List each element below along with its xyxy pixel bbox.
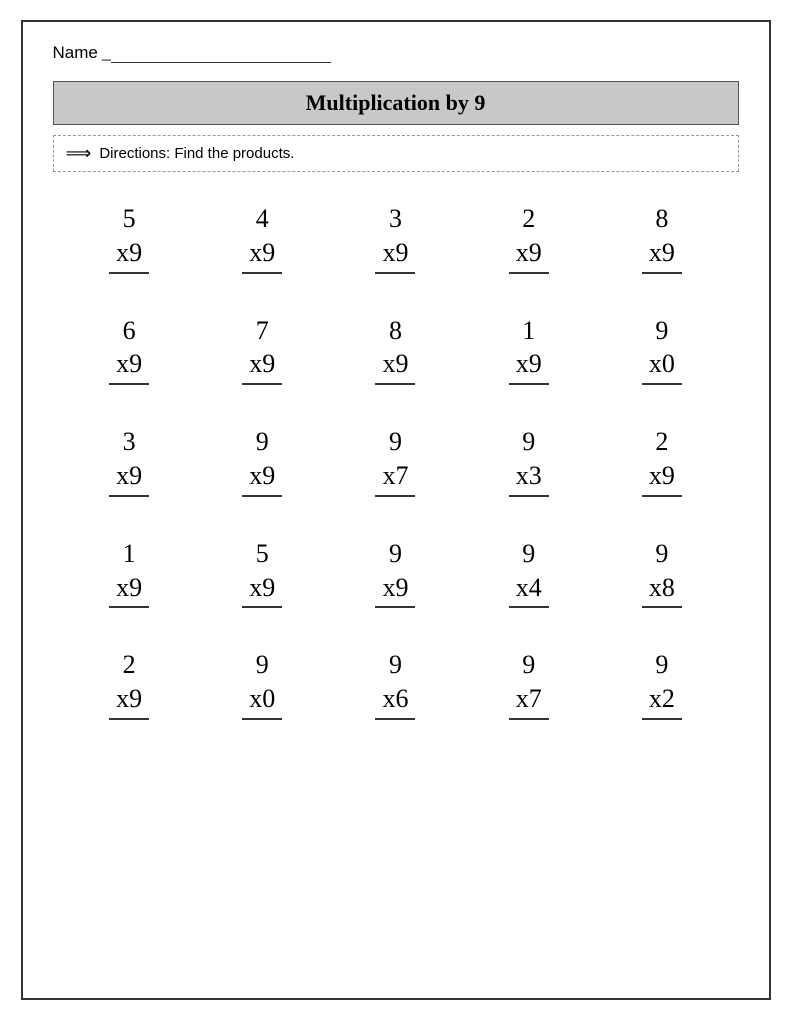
top-number: 9: [522, 425, 535, 459]
top-number: 6: [123, 314, 136, 348]
problem-item: 9x9: [329, 537, 462, 609]
top-number: 9: [389, 537, 402, 571]
bottom-number: x9: [242, 571, 282, 609]
problem-item: 5x9: [63, 202, 196, 274]
problem-item: 8x9: [595, 202, 728, 274]
problem-item: 2x9: [63, 648, 196, 720]
bottom-number: x6: [375, 682, 415, 720]
arrow-icon: ⟹: [66, 143, 92, 164]
bottom-number: x7: [509, 682, 549, 720]
bottom-number: x9: [242, 459, 282, 497]
problem-item: 3x9: [329, 202, 462, 274]
top-number: 9: [389, 648, 402, 682]
bottom-number: x9: [242, 347, 282, 385]
problem-item: 9x7: [329, 425, 462, 497]
bottom-number: x0: [642, 347, 682, 385]
bottom-number: x2: [642, 682, 682, 720]
problem-item: 2x9: [595, 425, 728, 497]
top-number: 1: [123, 537, 136, 571]
bottom-number: x8: [642, 571, 682, 609]
bottom-number: x9: [375, 347, 415, 385]
bottom-number: x9: [109, 347, 149, 385]
top-number: 5: [256, 537, 269, 571]
bottom-number: x9: [509, 236, 549, 274]
problem-item: 9x8: [595, 537, 728, 609]
bottom-number: x7: [375, 459, 415, 497]
top-number: 4: [256, 202, 269, 236]
top-number: 3: [123, 425, 136, 459]
top-number: 9: [522, 648, 535, 682]
problems-grid: 5x94x93x92x98x96x97x98x91x99x03x99x99x79…: [53, 202, 739, 720]
problem-item: 9x0: [595, 314, 728, 386]
bottom-number: x9: [109, 682, 149, 720]
worksheet-title: Multiplication by 9: [53, 81, 739, 125]
top-number: 9: [522, 537, 535, 571]
top-number: 2: [655, 425, 668, 459]
bottom-number: x3: [509, 459, 549, 497]
worksheet-page: Name _ Multiplication by 9 ⟹ Directions:…: [21, 20, 771, 1000]
bottom-number: x9: [509, 347, 549, 385]
top-number: 9: [256, 425, 269, 459]
problem-item: 5x9: [196, 537, 329, 609]
top-number: 2: [522, 202, 535, 236]
problem-item: 6x9: [63, 314, 196, 386]
problem-item: 2x9: [462, 202, 595, 274]
name-underline: [111, 43, 331, 63]
problem-item: 7x9: [196, 314, 329, 386]
problem-item: 9x2: [595, 648, 728, 720]
name-label: Name: [53, 43, 98, 63]
problem-item: 9x4: [462, 537, 595, 609]
bottom-number: x4: [509, 571, 549, 609]
problem-item: 4x9: [196, 202, 329, 274]
top-number: 8: [655, 202, 668, 236]
top-number: 5: [123, 202, 136, 236]
bottom-number: x9: [642, 459, 682, 497]
top-number: 2: [123, 648, 136, 682]
bottom-number: x9: [375, 571, 415, 609]
problem-item: 9x6: [329, 648, 462, 720]
bottom-number: x9: [375, 236, 415, 274]
problem-item: 9x3: [462, 425, 595, 497]
bottom-number: x9: [109, 236, 149, 274]
name-line: Name _: [53, 42, 739, 63]
top-number: 9: [655, 648, 668, 682]
bottom-number: x9: [242, 236, 282, 274]
top-number: 9: [655, 314, 668, 348]
problem-item: 1x9: [462, 314, 595, 386]
top-number: 9: [256, 648, 269, 682]
top-number: 8: [389, 314, 402, 348]
top-number: 9: [389, 425, 402, 459]
top-number: 9: [655, 537, 668, 571]
directions-text: Directions: Find the products.: [99, 145, 294, 162]
top-number: 3: [389, 202, 402, 236]
problem-item: 9x9: [196, 425, 329, 497]
problem-item: 3x9: [63, 425, 196, 497]
problem-item: 9x0: [196, 648, 329, 720]
bottom-number: x9: [642, 236, 682, 274]
bottom-number: x9: [109, 459, 149, 497]
problem-item: 8x9: [329, 314, 462, 386]
top-number: 1: [522, 314, 535, 348]
bottom-number: x0: [242, 682, 282, 720]
problem-item: 1x9: [63, 537, 196, 609]
directions-box: ⟹ Directions: Find the products.: [53, 135, 739, 172]
problem-item: 9x7: [462, 648, 595, 720]
top-number: 7: [256, 314, 269, 348]
name-label-underscore: _: [102, 42, 111, 63]
bottom-number: x9: [109, 571, 149, 609]
